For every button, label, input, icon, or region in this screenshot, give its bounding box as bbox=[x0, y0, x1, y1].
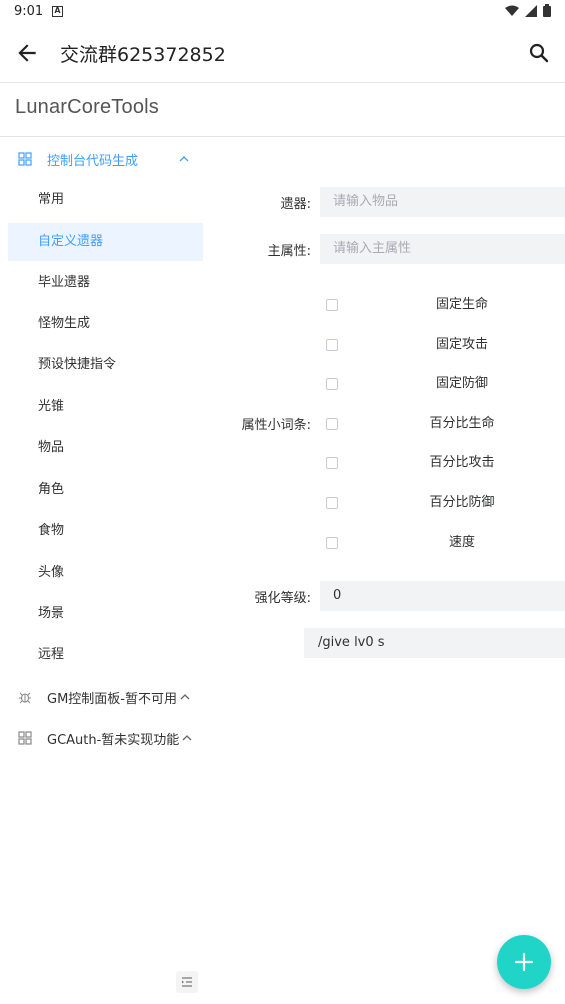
submenu-gm-label: GM控制面板-暂不可用 bbox=[47, 691, 177, 707]
page-title: 交流群625372852 bbox=[60, 44, 226, 66]
checkbox-flat-atk[interactable]: 固定攻击 bbox=[320, 335, 565, 355]
menu-item-common[interactable]: 常用 bbox=[8, 181, 203, 219]
submenu-gm[interactable]: GM控制面板-暂不可用 bbox=[8, 677, 203, 717]
menu-item-items[interactable]: 物品 bbox=[8, 429, 203, 467]
main-attr-input[interactable]: 请输入主属性 bbox=[320, 234, 565, 264]
brand-header: LunarCoreTools bbox=[0, 83, 565, 137]
signal-icon bbox=[525, 4, 537, 17]
menu-item-custom-relic[interactable]: 自定义遗器 bbox=[8, 223, 203, 261]
checkbox-flat-hp[interactable]: 固定生命 bbox=[320, 295, 565, 315]
checkbox-box[interactable] bbox=[326, 378, 338, 390]
checkbox-box[interactable] bbox=[326, 497, 338, 509]
grid-icon bbox=[18, 152, 32, 166]
menu-item-characters[interactable]: 角色 bbox=[8, 471, 203, 509]
checkbox-label: 速度 bbox=[448, 535, 475, 550]
collapse-menu-button[interactable] bbox=[176, 971, 198, 993]
level-input[interactable]: 0 bbox=[320, 581, 565, 611]
checkbox-box[interactable] bbox=[326, 457, 338, 469]
search-icon[interactable] bbox=[527, 41, 551, 65]
checkbox-box[interactable] bbox=[326, 418, 338, 430]
app-bar: 交流群625372852 bbox=[0, 24, 565, 83]
chevron-up-icon bbox=[180, 694, 190, 700]
battery-icon bbox=[543, 4, 551, 17]
menu-item-light-cone[interactable]: 光锥 bbox=[8, 388, 203, 426]
menu-item-remote[interactable]: 远程 bbox=[8, 636, 203, 674]
main-attr-label: 主属性: bbox=[267, 244, 311, 259]
grid-icon bbox=[18, 731, 32, 745]
menu-fold-icon bbox=[182, 977, 192, 987]
chevron-up-icon bbox=[182, 735, 192, 741]
checkbox-label: 百分比防御 bbox=[429, 495, 495, 510]
bug-icon bbox=[19, 692, 31, 704]
submenu-gcauth-label: GCAuth-暂未实现功能 bbox=[47, 732, 180, 748]
add-fab-button[interactable] bbox=[497, 935, 551, 989]
notification-icon: A bbox=[52, 6, 63, 17]
sub-attr-label: 属性小词条: bbox=[241, 418, 311, 433]
checkbox-label: 百分比生命 bbox=[429, 416, 495, 431]
plus-icon bbox=[514, 952, 534, 972]
relic-input[interactable]: 请输入物品 bbox=[320, 187, 565, 217]
wifi-icon bbox=[505, 5, 519, 16]
checkbox-label: 固定防御 bbox=[435, 376, 488, 391]
checkbox-pct-atk[interactable]: 百分比攻击 bbox=[320, 453, 565, 473]
checkbox-box[interactable] bbox=[326, 299, 338, 311]
checkbox-flat-def[interactable]: 固定防御 bbox=[320, 374, 565, 394]
menu-item-graduate-relic[interactable]: 毕业遗器 bbox=[8, 264, 203, 302]
checkbox-label: 百分比攻击 bbox=[429, 455, 495, 470]
relic-label: 遗器: bbox=[280, 197, 311, 212]
command-output[interactable]: /give lv0 s bbox=[304, 628, 565, 658]
checkbox-box[interactable] bbox=[326, 339, 338, 351]
chevron-up-icon bbox=[179, 156, 189, 162]
back-arrow-icon[interactable] bbox=[14, 40, 40, 66]
submenu-gcauth[interactable]: GCAuth-暂未实现功能 bbox=[8, 718, 203, 758]
checkbox-box[interactable] bbox=[326, 537, 338, 549]
submenu-console[interactable]: 控制台代码生成 bbox=[8, 139, 203, 179]
menu-item-scene[interactable]: 场景 bbox=[8, 595, 203, 633]
menu-item-preset-commands[interactable]: 预设快捷指令 bbox=[8, 346, 203, 384]
submenu-console-label: 控制台代码生成 bbox=[47, 153, 139, 169]
checkbox-speed[interactable]: 速度 bbox=[320, 533, 565, 553]
menu-item-avatar[interactable]: 头像 bbox=[8, 554, 203, 592]
status-time: 9:01 bbox=[14, 4, 44, 19]
relic-input-placeholder: 请输入物品 bbox=[333, 194, 399, 209]
main-attr-input-placeholder: 请输入主属性 bbox=[333, 241, 412, 256]
menu-item-monster-spawn[interactable]: 怪物生成 bbox=[8, 305, 203, 343]
status-bar: 9:01 A bbox=[0, 0, 565, 24]
brand-logo-text: LunarCoreTools bbox=[15, 96, 159, 118]
checkbox-pct-def[interactable]: 百分比防御 bbox=[320, 493, 565, 513]
checkbox-label: 固定攻击 bbox=[435, 337, 488, 352]
checkbox-pct-hp[interactable]: 百分比生命 bbox=[320, 414, 565, 434]
menu-item-food[interactable]: 食物 bbox=[8, 512, 203, 550]
checkbox-label: 固定生命 bbox=[435, 297, 488, 312]
level-label: 强化等级: bbox=[254, 591, 311, 606]
